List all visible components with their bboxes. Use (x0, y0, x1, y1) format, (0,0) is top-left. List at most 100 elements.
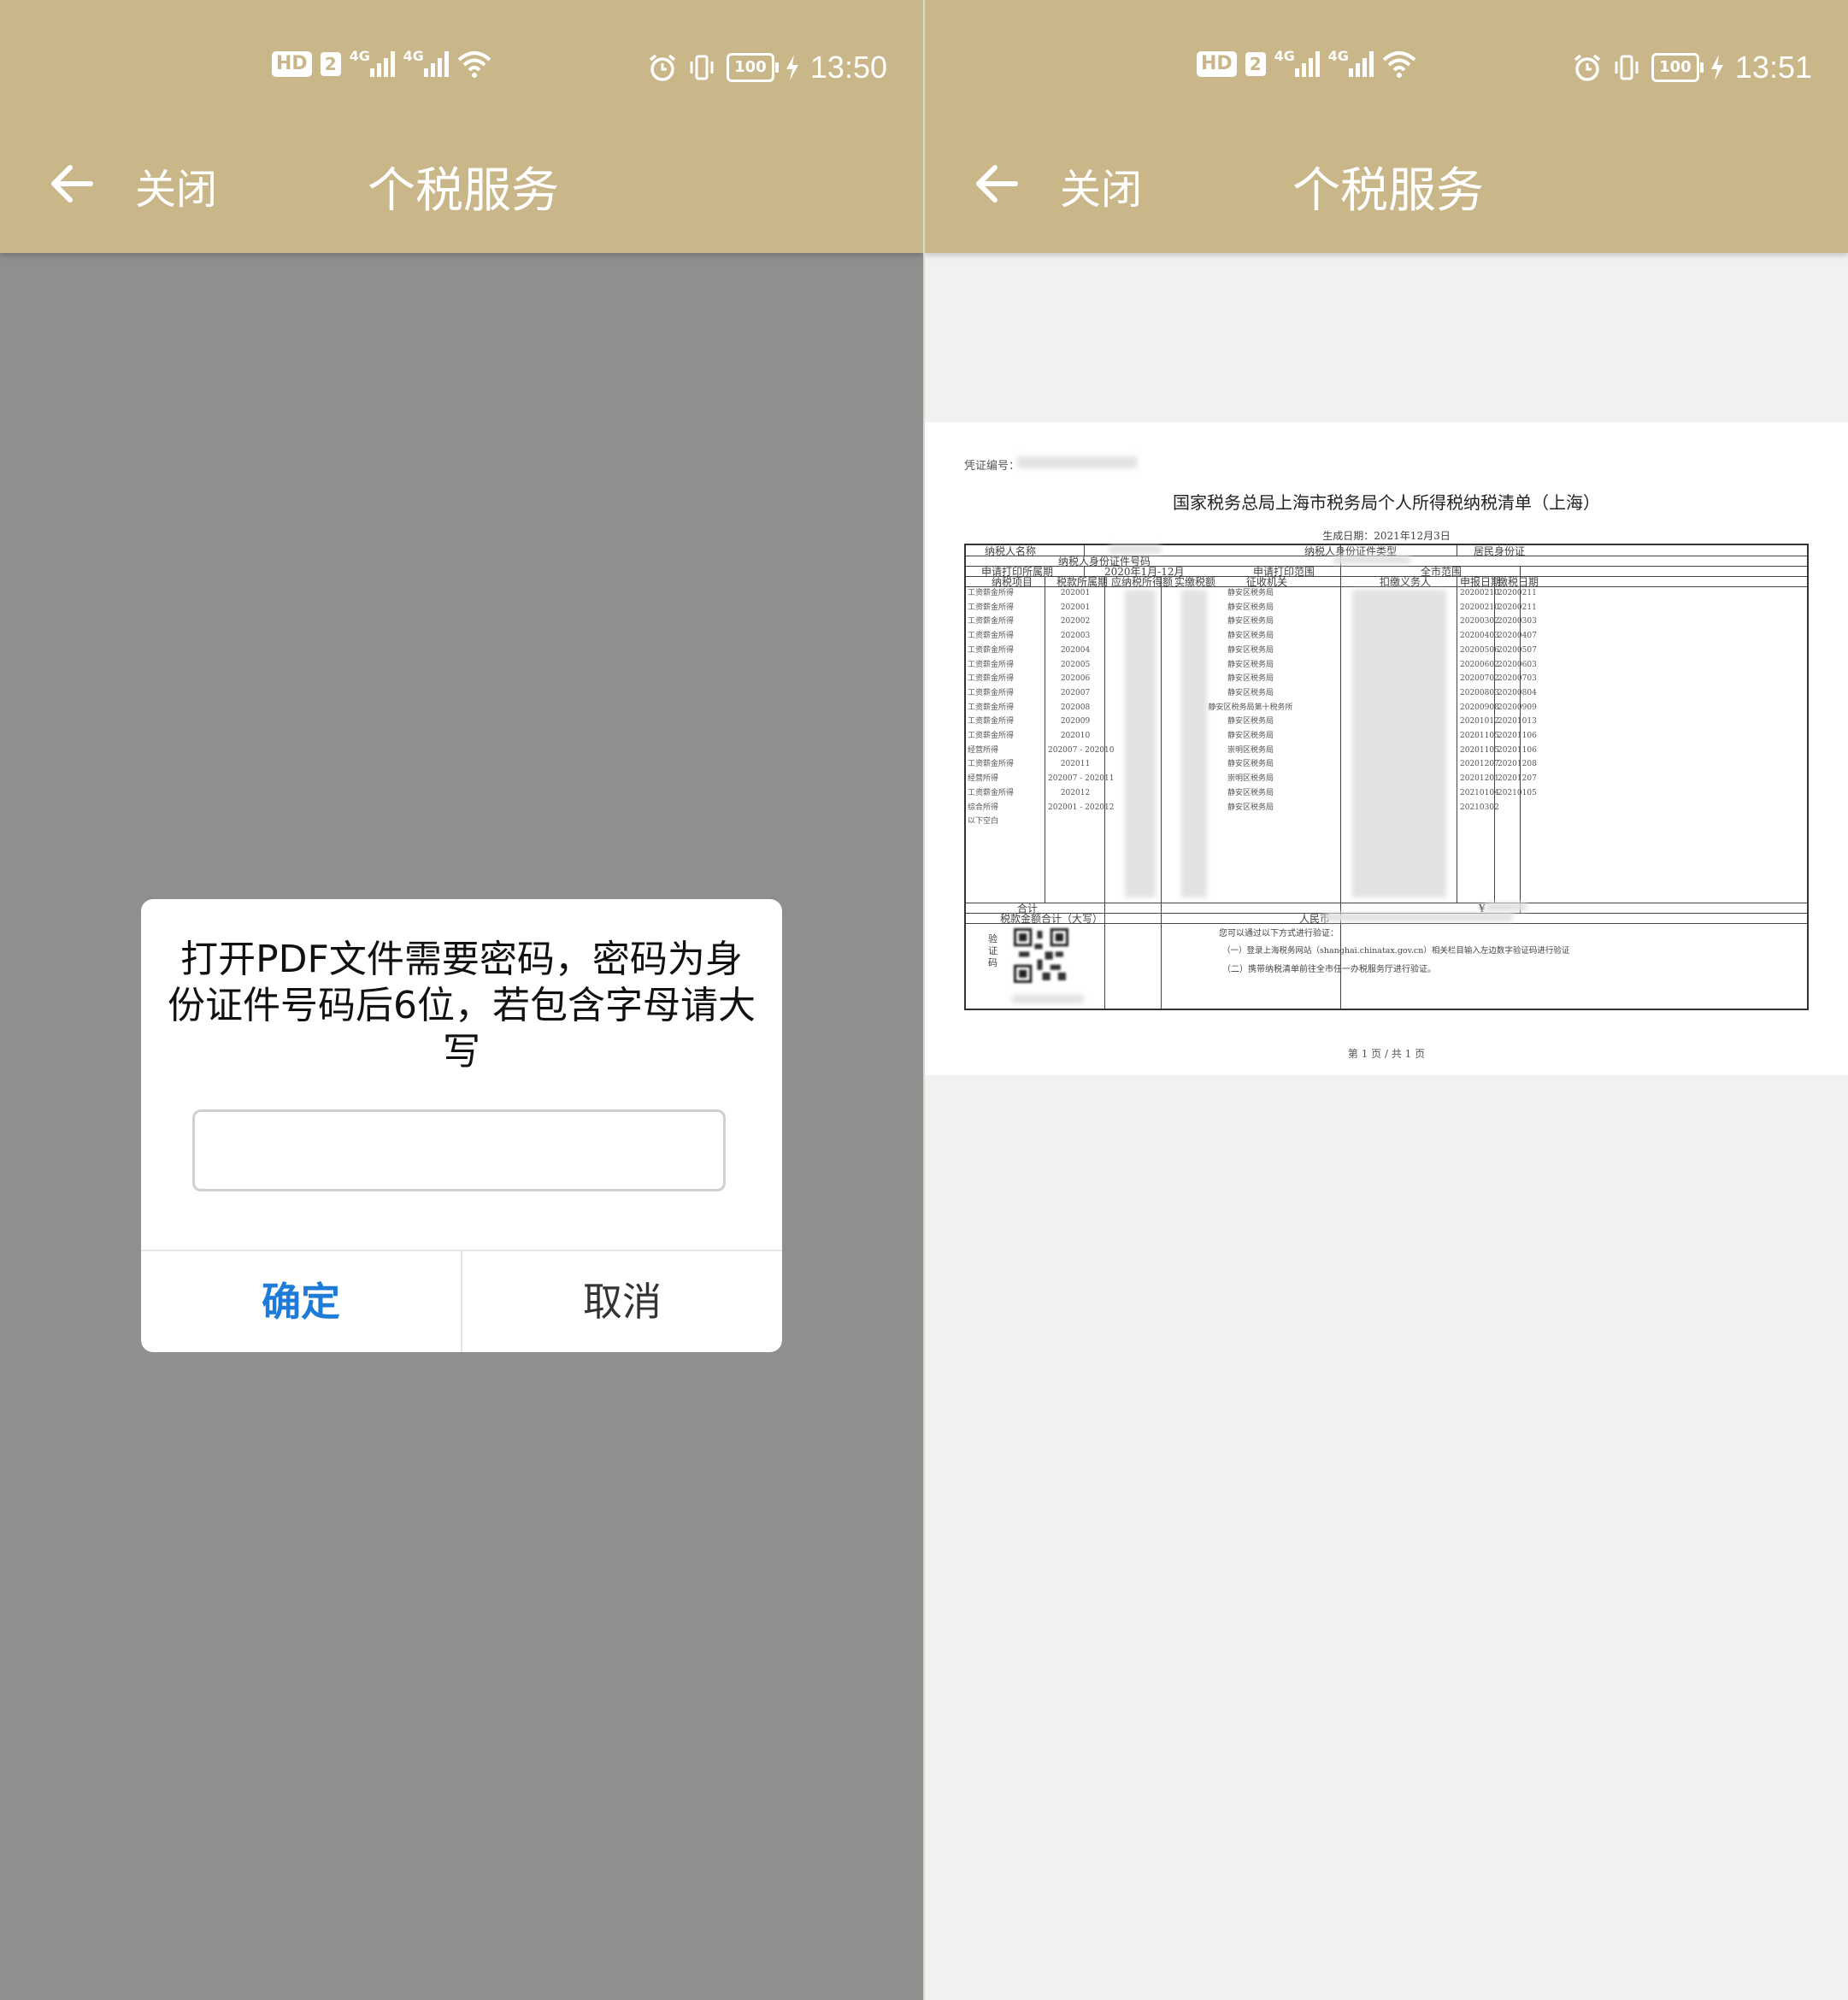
status-time: 13:50 (809, 50, 887, 85)
charging-icon (786, 55, 798, 80)
signal-icon: 4G (1274, 48, 1320, 77)
table-cell: 静安区税务局 (1227, 617, 1274, 626)
close-button[interactable]: 关闭 (135, 156, 217, 215)
table-cell: 20210302 (1460, 803, 1499, 812)
table-cell: 静安区税务局 (1227, 788, 1274, 797)
table-cell: 202010 (1060, 732, 1091, 741)
vibrate-icon (690, 55, 714, 80)
table-cell: 20200403 (1460, 632, 1499, 641)
alarm-icon (1574, 54, 1601, 81)
table-cell: 20200211 (1498, 603, 1537, 612)
close-button[interactable]: 关闭 (1060, 156, 1142, 215)
password-input[interactable] (192, 1109, 726, 1191)
table-cell: 202009 (1060, 717, 1091, 726)
back-arrow-icon[interactable] (48, 161, 94, 207)
table-cell: 工资薪金所得 (968, 788, 1015, 797)
table-cell: 20201106 (1498, 745, 1537, 755)
tax-item-column: 工资薪金所得 工资薪金所得 工资薪金所得 工资薪金所得 工资薪金所得 工资薪金所得 工资薪金… (968, 586, 1014, 829)
page-indicator: 第 1 页 / 共 1 页 (1347, 1048, 1426, 1060)
verify-method-2: （二）携带纳税清单前往全市任一办税服务厅进行验证。 (1222, 965, 1436, 974)
confirm-button[interactable]: 确定 (141, 1251, 461, 1352)
table-cell: 静安区税务局 (1227, 760, 1274, 769)
table-cell: 静安区税务局 (1227, 660, 1274, 669)
status-time: 13:51 (1734, 50, 1812, 85)
table-cell: 20200507 (1498, 645, 1537, 655)
table-cell: 工资薪金所得 (968, 760, 1015, 769)
table-cell: 20201201 (1460, 774, 1499, 784)
declare-date-column: 20200210 20200210 20200302 20200403 20200506… (1460, 586, 1499, 815)
alarm-icon (649, 54, 676, 81)
table-cell: 20201105 (1460, 745, 1499, 755)
table-cell: 工资薪金所得 (968, 688, 1015, 697)
table-cell: 工资薪金所得 (968, 645, 1015, 655)
redacted-certificate-number (1017, 456, 1137, 468)
signal-icon: 4G (403, 48, 449, 77)
table-cell: 202007 - 202010 (1048, 745, 1115, 755)
table-cell: 20201013 (1498, 717, 1537, 726)
status-left-icons: HD 2 4G 4G (272, 48, 491, 79)
back-arrow-icon[interactable] (973, 161, 1019, 207)
redacted-total (1486, 903, 1527, 911)
signal-icon: 4G (350, 48, 395, 77)
table-cell: 工资薪金所得 (968, 717, 1015, 726)
redacted-withholder (1352, 590, 1446, 897)
verify-method-1: （一）登录上海税务网站（shanghai.chinatax.gov.cn）相关栏… (1222, 946, 1570, 956)
table-cell: 202002 (1060, 617, 1091, 626)
pdf-document-page[interactable]: 凭证编号： 国家税务总局上海市税务局个人所得税纳税清单（上海） 生成日期：202… (925, 422, 1848, 1075)
table-cell: 202007 - 202011 (1048, 774, 1115, 784)
nav-bar: 关闭 个税服务 (925, 145, 1848, 222)
status-right-icons: 100 13:50 (648, 50, 887, 85)
status-bar: HD 2 4G 4G 100 13:50 (0, 0, 923, 137)
table-cell: 20200211 (1498, 589, 1537, 597)
table-cell: 经营所得 (968, 745, 999, 755)
table-cell: 20210104 (1460, 788, 1499, 797)
table-cell: 静安区税务局 (1227, 632, 1274, 641)
table-cell: 20200407 (1498, 632, 1537, 641)
vibrate-icon (1615, 55, 1639, 80)
left-screen: HD 2 4G 4G 100 13:50 关闭 个税服务 打开PDF文件需要密码… (0, 0, 923, 2000)
redacted-id-number (1333, 556, 1410, 564)
table-cell: 202001 (1060, 589, 1091, 597)
wifi-icon (457, 51, 491, 78)
table-cell: 20201106 (1498, 732, 1537, 741)
generated-date: 生成日期：2021年12月3日 (1322, 530, 1451, 542)
sim-icon: 2 (320, 52, 341, 76)
table-cell: 静安区税务局 (1227, 589, 1274, 597)
qr-code[interactable] (1014, 928, 1068, 983)
table-cell: 202007 (1060, 688, 1091, 697)
table-cell: 202006 (1060, 674, 1091, 684)
tax-period-column: 202001 202001 202002 202003 202004 202005 2020… (1048, 586, 1115, 815)
nav-bar: 关闭 个税服务 (0, 145, 923, 222)
table-cell: 20200909 (1498, 703, 1537, 712)
table-cell: 20201105 (1460, 732, 1499, 741)
authority-column: 静安区税务局 静安区税务局 静安区税务局 静安区税务局 静安区税务局 静安区税务局 静安区税… (1162, 586, 1339, 815)
page-title: 个税服务 (1292, 163, 1484, 219)
table-cell: 20210105 (1498, 788, 1537, 797)
table-cell: 20200702 (1460, 674, 1499, 684)
table-cell: 静安区税务局第十税务所 (1208, 703, 1293, 712)
table-cell: 静安区税务局 (1227, 803, 1274, 812)
table-cell: 20200210 (1460, 603, 1499, 612)
charging-icon (1710, 55, 1723, 80)
status-bar: HD 2 4G 4G 100 13:51 (925, 0, 1848, 137)
table-cell: 静安区税务局 (1227, 732, 1274, 741)
table-cell: 20201012 (1460, 717, 1499, 726)
battery-icon: 100 (1651, 53, 1704, 82)
hd-icon: HD (1197, 51, 1237, 77)
table-cell: 以下空白 (968, 817, 999, 826)
table-cell: 静安区税务局 (1227, 674, 1274, 684)
name-label: 纳税人名称 (985, 545, 1037, 557)
table-cell: 工资薪金所得 (968, 674, 1015, 684)
cancel-button[interactable]: 取消 (462, 1251, 782, 1352)
table-cell: 工资薪金所得 (968, 589, 1015, 597)
table-cell: 202001 - 202012 (1048, 803, 1115, 812)
table-cell: 静安区税务局 (1227, 717, 1274, 726)
table-cell: 工资薪金所得 (968, 703, 1015, 712)
status-left-icons: HD 2 4G 4G (1197, 48, 1416, 79)
table-cell: 202012 (1060, 788, 1091, 797)
table-cell: 202004 (1060, 645, 1091, 655)
table-cell: 工资薪金所得 (968, 632, 1015, 641)
verify-code-label: 验证码 (988, 933, 998, 968)
id-type-value: 居民身份证 (1474, 545, 1526, 557)
table-cell: 20200602 (1460, 660, 1499, 669)
